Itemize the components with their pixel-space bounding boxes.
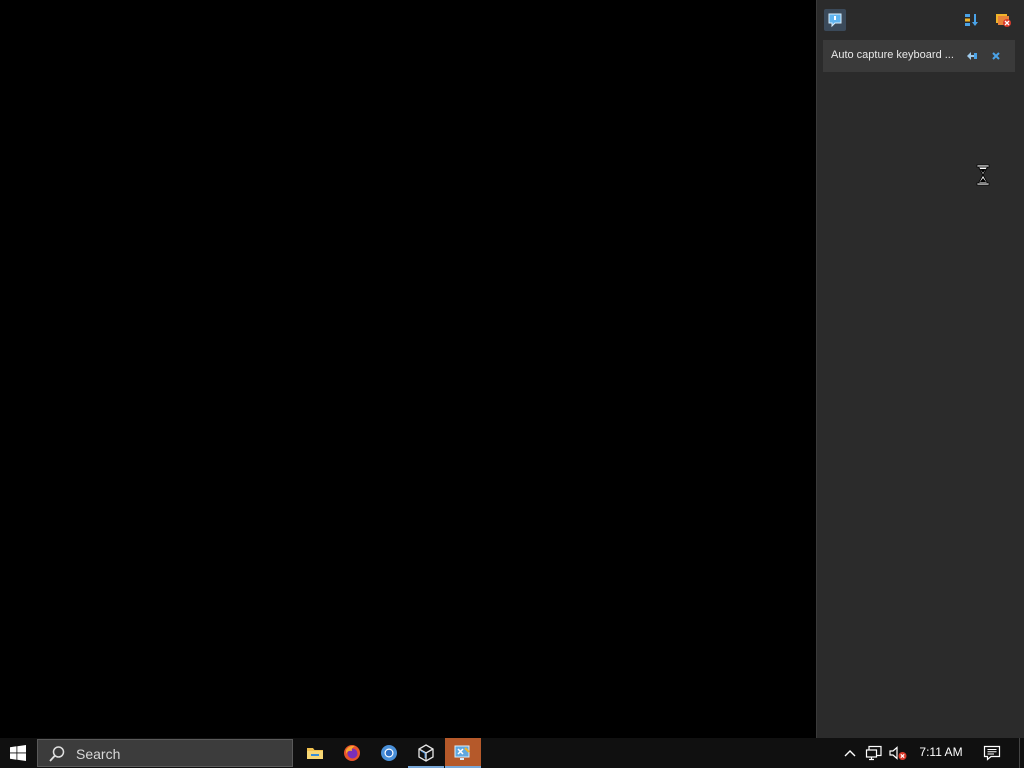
taskbar-search-box[interactable]: Search xyxy=(37,739,293,767)
taskbar-file-explorer[interactable] xyxy=(297,738,333,768)
search-icon xyxy=(49,746,65,762)
taskbar-virtualbox[interactable] xyxy=(408,738,444,768)
volume-button[interactable] xyxy=(886,738,910,768)
notification-close-button[interactable] xyxy=(988,48,1004,64)
network-button[interactable] xyxy=(862,738,886,768)
notifications-toggle-button[interactable] xyxy=(824,9,846,31)
windows-logo-icon xyxy=(10,745,26,761)
remote-session-icon xyxy=(454,745,470,760)
taskbar-remote-session[interactable] xyxy=(445,738,481,768)
notification-text: Auto capture keyboard ... xyxy=(831,49,954,61)
firefox-icon xyxy=(344,745,360,761)
folder-icon xyxy=(307,748,323,759)
taskbar-chrome[interactable] xyxy=(371,738,407,768)
sort-down-icon xyxy=(965,14,978,26)
side-panel-toolbar xyxy=(817,6,1024,34)
chrome-icon xyxy=(381,745,397,761)
search-placeholder: Search xyxy=(76,746,121,762)
taskbar: Search 7:11 AM xyxy=(0,738,1024,768)
action-center-icon xyxy=(983,745,1001,761)
side-panel xyxy=(816,0,1024,738)
taskbar-firefox[interactable] xyxy=(334,738,370,768)
notification-item[interactable]: Auto capture keyboard ... xyxy=(823,40,1015,72)
notification-pin-button[interactable] xyxy=(964,48,980,64)
hourglass-cursor-icon xyxy=(976,164,990,186)
chat-bubble-icon xyxy=(828,13,842,28)
clear-all-button[interactable] xyxy=(992,9,1014,31)
show-desktop-button[interactable] xyxy=(1019,738,1024,768)
taskbar-clock[interactable]: 7:11 AM xyxy=(912,745,970,759)
start-button[interactable] xyxy=(0,738,36,768)
pin-icon xyxy=(967,52,977,60)
chevron-up-icon xyxy=(844,750,856,757)
speaker-muted-icon xyxy=(889,746,907,760)
sort-button[interactable] xyxy=(961,9,983,31)
network-icon xyxy=(865,745,882,761)
action-center-button[interactable] xyxy=(980,738,1004,768)
clear-notifications-icon xyxy=(996,14,1011,27)
show-hidden-icons-button[interactable] xyxy=(840,738,860,768)
close-icon xyxy=(992,52,1000,60)
virtualbox-icon xyxy=(418,744,434,762)
